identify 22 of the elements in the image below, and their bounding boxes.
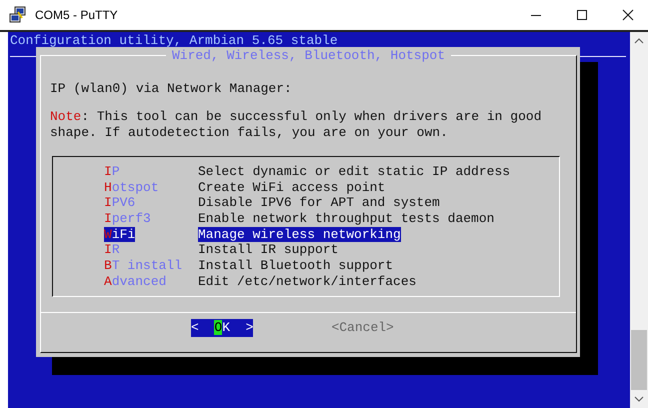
scrollbar-thumb[interactable] xyxy=(631,330,647,390)
app-icon xyxy=(9,6,27,24)
maximize-icon[interactable] xyxy=(576,9,588,21)
menu-item-description[interactable]: Select dynamic or edit static IP address xyxy=(198,164,510,180)
menu-item-description[interactable]: Install Bluetooth support xyxy=(198,258,394,274)
prompt-text: IP (wlan0) via Network Manager: xyxy=(50,80,293,96)
note-text: Note: This tool can be successful only when drivers are in good shape. If autodetection fails, you are on your own. xyxy=(50,109,542,141)
menu-item-description[interactable]: Create WiFi access point xyxy=(198,180,386,196)
menu-item-description[interactable]: Manage wireless networking xyxy=(198,226,401,242)
dialog-button[interactable]: < OK > xyxy=(191,319,254,338)
scroll-up-icon[interactable] xyxy=(634,37,644,45)
menu-item-description[interactable]: Install IR support xyxy=(198,242,338,258)
menu-item-tag[interactable]: WiFi xyxy=(104,226,136,242)
menu-item-description[interactable]: Disable IPV6 for APT and system xyxy=(198,195,440,211)
terminal-header: Configuration utility, Armbian 5.65 stable xyxy=(9,32,339,49)
scrollbar[interactable] xyxy=(630,32,648,408)
menu-item-description[interactable]: Edit /etc/network/interfaces xyxy=(198,274,416,290)
menu-item-description[interactable]: Enable network throughput tests daemon xyxy=(198,210,494,227)
dialog-title: Wired, Wireless, Bluetooth, Hotspot xyxy=(166,48,452,64)
close-icon[interactable] xyxy=(622,9,634,21)
window-title: COM5 - PuTTY xyxy=(35,8,118,22)
scroll-down-icon[interactable] xyxy=(634,395,644,403)
